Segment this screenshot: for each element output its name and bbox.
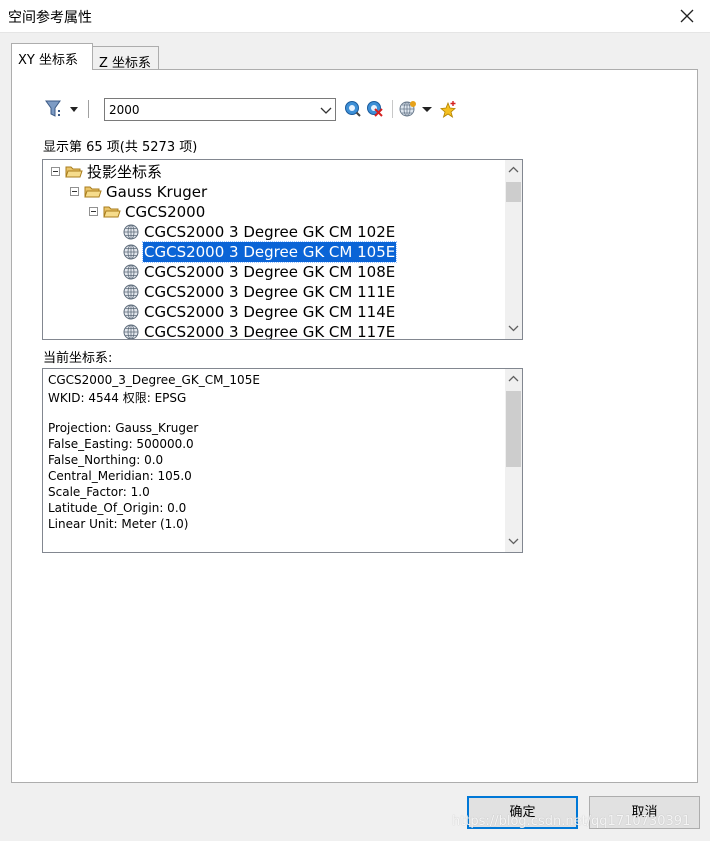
collapse-icon[interactable]: [70, 187, 79, 196]
add-favorite-icon[interactable]: [439, 100, 457, 118]
toolbar-separator-2: [392, 100, 393, 118]
detail-line: Linear Unit: Meter (1.0): [48, 517, 189, 531]
folder-open-icon: [84, 186, 102, 198]
tree-item-crs[interactable]: CGCS2000 3 Degree GK CM 102E: [43, 222, 503, 242]
tree-item-label: CGCS2000: [125, 203, 206, 221]
filter-icon: [45, 100, 78, 117]
globe-icon: [123, 324, 139, 339]
chevron-down-icon[interactable]: [421, 100, 433, 118]
tree-item-label: CGCS2000 3 Degree GK CM 108E: [144, 263, 396, 281]
folder-open-icon: [65, 166, 83, 178]
tree-scrollbar[interactable]: [505, 160, 522, 339]
chevron-down-icon[interactable]: [319, 103, 333, 117]
detail-line: False_Easting: 500000.0: [48, 437, 194, 451]
close-icon: [680, 9, 694, 23]
window-title: 空间参考属性: [8, 10, 92, 26]
globe-icon: [123, 244, 139, 260]
globe-icon: [123, 304, 139, 320]
detail-line: WKID: 4544 权限: EPSG: [48, 391, 187, 405]
scroll-up-icon[interactable]: [505, 162, 522, 179]
collapse-icon[interactable]: [51, 167, 60, 176]
search-combobox[interactable]: 2000: [104, 98, 336, 121]
scroll-thumb[interactable]: [506, 182, 521, 202]
tree-item-gauss-kruger[interactable]: Gauss Kruger: [43, 182, 503, 202]
toolbar-separator: [88, 100, 89, 118]
detail-line: CGCS2000_3_Degree_GK_CM_105E: [48, 373, 260, 387]
collapse-icon[interactable]: [89, 207, 98, 216]
tree-item-crs-selected[interactable]: CGCS2000 3 Degree GK CM 105E: [43, 241, 503, 263]
globe-icon: [123, 264, 139, 280]
title-bar: 空间参考属性: [0, 0, 710, 33]
scroll-down-icon[interactable]: [505, 533, 522, 550]
current-coordinate-system-label: 当前坐标系:: [43, 351, 113, 366]
tree-item-label: CGCS2000 3 Degree GK CM 117E: [144, 323, 396, 340]
result-count-label: 显示第 65 项(共 5273 项): [43, 140, 198, 155]
tree-item-label: Gauss Kruger: [106, 183, 208, 201]
tree-item-crs[interactable]: CGCS2000 3 Degree GK CM 114E: [43, 302, 503, 322]
tree-item-label: CGCS2000 3 Degree GK CM 105E: [141, 241, 398, 263]
watermark: https://blog.csdn.net/qq1710730391: [452, 814, 691, 829]
tab-z-coordinate-system[interactable]: Z 坐标系: [93, 46, 159, 71]
coordinate-system-details: CGCS2000_3_Degree_GK_CM_105E WKID: 4544 …: [42, 368, 523, 553]
tree-item-crs[interactable]: CGCS2000 3 Degree GK CM 111E: [43, 282, 503, 302]
tree-item-crs[interactable]: CGCS2000 3 Degree GK CM 108E: [43, 262, 503, 282]
tree-item-label: 投影坐标系: [87, 163, 163, 181]
detail-line: Central_Meridian: 105.0: [48, 469, 192, 483]
globe-icon: [123, 284, 139, 300]
tree-item-label: CGCS2000 3 Degree GK CM 102E: [144, 223, 396, 241]
detail-line: False_Northing: 0.0: [48, 453, 164, 467]
detail-line: Latitude_Of_Origin: 0.0: [48, 501, 187, 515]
search-input[interactable]: 2000: [109, 103, 140, 117]
folder-open-icon: [103, 206, 121, 218]
tree-item-projected[interactable]: 投影坐标系: [43, 162, 503, 182]
details-scrollbar[interactable]: [505, 369, 522, 552]
tree-item-crs[interactable]: CGCS2000 3 Degree GK CM 117E: [43, 322, 503, 340]
search-icon[interactable]: [344, 100, 362, 118]
tree-item-label: CGCS2000 3 Degree GK CM 111E: [144, 283, 396, 301]
clear-search-icon[interactable]: [366, 100, 384, 118]
scroll-down-icon[interactable]: [505, 320, 522, 337]
globe-menu-icon[interactable]: [399, 100, 417, 118]
coordinate-system-tree[interactable]: 投影坐标系 Gauss Kruger CGCS2000 CGCS2000 3 D…: [42, 159, 523, 340]
close-button[interactable]: [664, 0, 710, 32]
scroll-up-icon[interactable]: [505, 371, 522, 388]
tab-xy-coordinate-system[interactable]: XY 坐标系: [11, 43, 93, 70]
globe-icon: [123, 224, 139, 240]
tree-item-label: CGCS2000 3 Degree GK CM 114E: [144, 303, 396, 321]
filter-button[interactable]: [44, 98, 84, 120]
detail-line: Scale_Factor: 1.0: [48, 485, 150, 499]
tree-item-cgcs2000[interactable]: CGCS2000: [43, 202, 503, 222]
detail-line: Projection: Gauss_Kruger: [48, 421, 199, 435]
scroll-thumb[interactable]: [506, 391, 521, 467]
